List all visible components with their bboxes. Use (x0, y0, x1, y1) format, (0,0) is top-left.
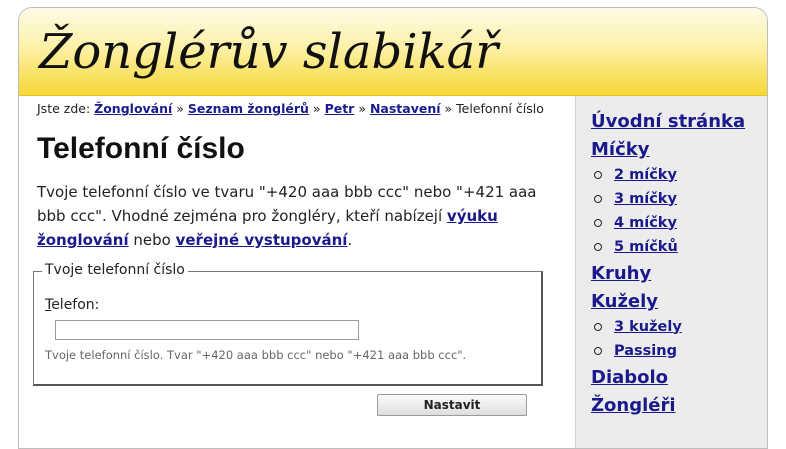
sidebar-subitem-passing[interactable]: Passing (614, 343, 677, 359)
breadcrumb-separator: » (444, 101, 453, 116)
bullet-icon (594, 194, 602, 203)
svg-text:Žonglérův slabikář: Žonglérův slabikář (37, 23, 502, 80)
site-header: Žonglérův slabikář (19, 8, 767, 96)
breadcrumb-separator: » (176, 101, 184, 116)
submit-button[interactable]: Nastavit (377, 394, 527, 416)
breadcrumb-current: Telefonní číslo (456, 101, 544, 116)
intro-text: nebo (128, 231, 176, 249)
submenu-item: 5 míčků (594, 237, 745, 256)
sidebar-item: Žongléři (591, 395, 745, 416)
main-content: Jste zde: Žonglování » Seznam žonglérů »… (19, 96, 575, 448)
bullet-icon (594, 170, 602, 179)
sidebar-item-diabolo[interactable]: Diabolo (591, 367, 668, 388)
sidebar-item-uvodni-stranka[interactable]: Úvodní stránka (591, 111, 745, 132)
sidebar-subitem-5-micku[interactable]: 5 míčků (614, 239, 678, 255)
breadcrumb-prefix: Jste zde: (37, 101, 91, 116)
fieldset-legend: Tvoje telefonní číslo (42, 262, 188, 278)
sidebar-item: Kužely 3 kužely Passing (591, 291, 745, 360)
submenu-item: Passing (594, 341, 745, 360)
sidebar-item-zongleri[interactable]: Žongléři (591, 395, 676, 416)
breadcrumb-link-petr[interactable]: Petr (325, 101, 355, 116)
sidebar-item: Diabolo (591, 367, 745, 388)
submenu-item: 3 míčky (594, 189, 745, 208)
page-frame: Žonglérův slabikář Jste zde: Žonglování … (18, 7, 768, 449)
submenu-item: 2 míčky (594, 165, 745, 184)
phone-hint: Tvoje telefonní číslo. Tvar "+420 aaa bb… (45, 348, 467, 362)
sidebar-subitem-3-micky[interactable]: 3 míčky (614, 191, 677, 207)
breadcrumb-separator: » (358, 101, 366, 116)
sidebar-item: Úvodní stránka (591, 111, 745, 132)
sidebar-item-micky[interactable]: Míčky (591, 139, 649, 160)
page-title: Telefonní číslo (37, 132, 245, 165)
phone-label: Telefon: (45, 297, 99, 313)
bullet-icon (594, 218, 602, 227)
sidebar-subitem-4-micky[interactable]: 4 míčky (614, 215, 677, 231)
sidebar-subitem-2-micky[interactable]: 2 míčky (614, 167, 677, 183)
sidebar-item: Míčky 2 míčky 3 míčky 4 míčky 5 míčků (591, 139, 745, 256)
intro-paragraph: Tvoje telefonní číslo ve tvaru "+420 aaa… (37, 180, 537, 252)
submenu-item: 4 míčky (594, 213, 745, 232)
bullet-icon (594, 242, 602, 251)
bullet-icon (594, 322, 602, 331)
sidebar-subitem-3-kuzely[interactable]: 3 kužely (614, 319, 682, 335)
intro-text: . (347, 231, 353, 249)
submenu-item: 3 kužely (594, 317, 745, 336)
sidebar-submenu: 3 kužely Passing (591, 317, 745, 360)
site-logo[interactable]: Žonglérův slabikář (37, 16, 517, 88)
sidebar: Úvodní stránka Míčky 2 míčky 3 míčky 4 m… (575, 96, 767, 448)
breadcrumb-link-nastaveni[interactable]: Nastavení (370, 101, 441, 116)
sidebar-item: Kruhy (591, 263, 745, 284)
sidebar-item-kruhy[interactable]: Kruhy (591, 263, 651, 284)
breadcrumb-link-zonglovani[interactable]: Žonglování (94, 101, 172, 116)
phone-label-text: elefon: (51, 297, 100, 313)
sidebar-item-kuzely[interactable]: Kužely (591, 291, 658, 312)
sidebar-nav: Úvodní stránka Míčky 2 míčky 3 míčky 4 m… (591, 111, 745, 423)
link-verejne-vystupovani[interactable]: veřejné vystupování (176, 231, 348, 249)
breadcrumb: Jste zde: Žonglování » Seznam žonglérů »… (37, 101, 544, 116)
phone-input[interactable] (55, 320, 359, 340)
sidebar-submenu: 2 míčky 3 míčky 4 míčky 5 míčků (591, 165, 745, 256)
breadcrumb-separator: » (312, 101, 321, 116)
phone-fieldset: Tvoje telefonní číslo Telefon: Tvoje tel… (33, 262, 543, 386)
bullet-icon (594, 346, 602, 355)
breadcrumb-link-seznam-zongleru[interactable]: Seznam žonglérů (188, 101, 309, 116)
